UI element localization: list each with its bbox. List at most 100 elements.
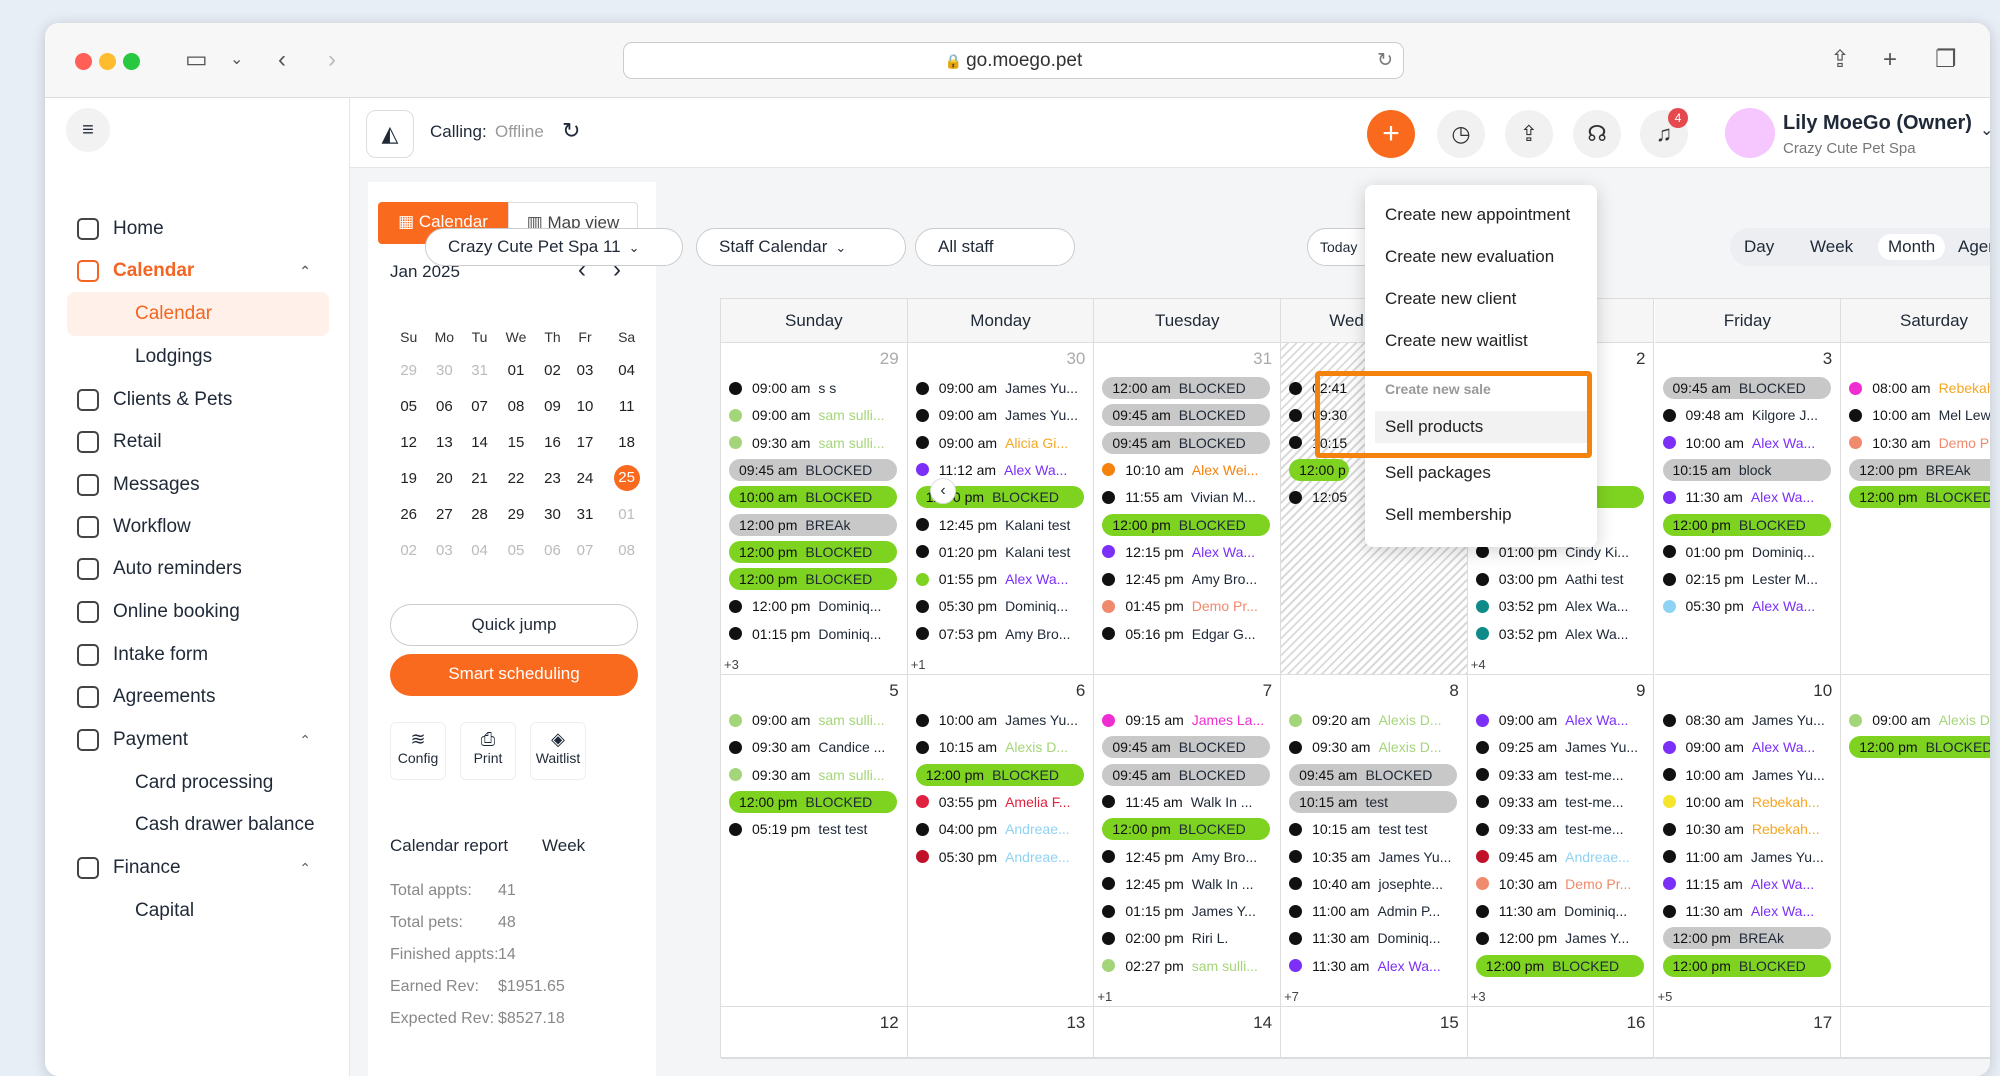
appointment-event[interactable]: 10:00 am James Yu... bbox=[1662, 764, 1831, 786]
view-week[interactable]: Week bbox=[1810, 237, 1853, 257]
appointment-event[interactable]: 01:15 pm Dominiq... bbox=[729, 623, 897, 645]
appointment-event[interactable]: 09:33 am test-me... bbox=[1475, 818, 1644, 840]
sidebar-item-2[interactable]: Calendar bbox=[67, 292, 329, 336]
appointment-event[interactable]: 10:35 am James Yu... bbox=[1289, 846, 1457, 868]
sidebar-item-16[interactable]: Capital bbox=[67, 889, 329, 933]
sidebar-item-3[interactable]: Lodgings bbox=[67, 335, 329, 379]
day-cell[interactable]: 13 bbox=[907, 1007, 1095, 1059]
mini-cal-day[interactable]: 05 bbox=[496, 532, 536, 568]
mini-cal-day[interactable]: 22 bbox=[496, 460, 536, 496]
appointment-event[interactable]: 05:16 pm Edgar G... bbox=[1102, 623, 1270, 645]
day-cell[interactable]: 10 08:30 am James Yu... 09:00 am Alex Wa... 1… bbox=[1654, 675, 1842, 1007]
appointment-event[interactable]: 12:05 bbox=[1289, 486, 1349, 508]
appointment-event[interactable]: 11:00 am James Yu... bbox=[1662, 846, 1831, 868]
view-agenda[interactable]: Agenda bbox=[1958, 237, 1990, 257]
appointment-event[interactable]: 09:33 am test-me... bbox=[1475, 764, 1644, 786]
mini-cal-day[interactable]: 06 bbox=[425, 388, 463, 424]
mini-cal-day[interactable]: 18 bbox=[601, 424, 652, 460]
quick-jump-button[interactable]: Quick jump bbox=[390, 604, 638, 646]
mini-cal-day[interactable]: 31 bbox=[569, 496, 602, 532]
appointment-event[interactable]: 10:00 am Alex Wa... bbox=[1662, 432, 1831, 454]
appointment-event[interactable]: 07:53 pm Amy Bro... bbox=[915, 623, 1084, 645]
mini-cal-day[interactable]: 30 bbox=[536, 496, 569, 532]
appointment-event[interactable]: 05:30 pm Dominiq... bbox=[915, 595, 1084, 617]
sidebar-item-5[interactable]: Retail bbox=[67, 420, 329, 464]
appointment-event[interactable]: 05:30 pm Alex Wa... bbox=[1662, 595, 1831, 617]
appointment-event[interactable]: 10:15 am test bbox=[1289, 790, 1458, 813]
chevron-up-icon[interactable]: ⌃ bbox=[299, 263, 311, 280]
menu-item-sell[interactable]: Sell membership bbox=[1385, 505, 1512, 525]
menu-item-sell[interactable]: Sell packages bbox=[1385, 463, 1491, 483]
appointment-event[interactable]: 11:45 am Walk In ... bbox=[1102, 791, 1270, 813]
appointment-event[interactable]: 10:15 am test test bbox=[1289, 818, 1457, 840]
appointment-event[interactable]: 12:45 pm Amy Bro... bbox=[1102, 568, 1270, 590]
sidebar-item-14[interactable]: Cash drawer balance bbox=[67, 803, 329, 847]
appointment-event[interactable]: 12:00 pm BREAk bbox=[729, 513, 897, 536]
appointment-event[interactable]: 05:19 pm test test bbox=[729, 818, 897, 840]
appointment-event[interactable]: 12:00 pm BLOCKED bbox=[1102, 513, 1271, 536]
mini-cal-day[interactable]: 27 bbox=[425, 496, 463, 532]
report-period[interactable]: Week bbox=[542, 836, 585, 856]
mini-cal-day[interactable]: 28 bbox=[463, 496, 496, 532]
appointment-event[interactable]: 09:45 am BLOCKED bbox=[729, 458, 897, 481]
more-link[interactable]: +1 bbox=[1097, 989, 1112, 1004]
mini-cal-day[interactable]: 21 bbox=[463, 460, 496, 496]
sidebar-item-1[interactable]: Calendar ⌃ bbox=[67, 249, 329, 293]
mini-cal-day[interactable]: 31 bbox=[463, 352, 496, 388]
collapse-panel-icon[interactable]: ‹ bbox=[930, 478, 956, 504]
appointment-event[interactable]: 12:45 pm Amy Bro... bbox=[1102, 846, 1270, 868]
appointment-event[interactable]: 12:00 pm BLOCKED bbox=[1475, 954, 1644, 977]
sidebar-item-11[interactable]: Agreements bbox=[67, 675, 329, 719]
mini-cal-day[interactable]: 01 bbox=[496, 352, 536, 388]
appointment-event[interactable]: 09:30 am Candice ... bbox=[729, 736, 897, 758]
mini-cal-day[interactable]: 02 bbox=[392, 532, 425, 568]
chevron-down-icon[interactable]: ⌄ bbox=[1980, 120, 1990, 140]
appointment-event[interactable]: 09:45 am BLOCKED bbox=[1662, 377, 1831, 399]
mini-cal-day[interactable]: 11 bbox=[601, 388, 652, 424]
more-link[interactable]: +5 bbox=[1658, 989, 1673, 1004]
more-link[interactable]: +1 bbox=[911, 657, 926, 672]
appointment-event[interactable]: 10:00 am BLOCKED bbox=[729, 486, 897, 509]
tabs-icon[interactable]: ❐ bbox=[1935, 41, 1957, 79]
appointment-event[interactable]: 03:55 pm Amelia F... bbox=[915, 791, 1084, 813]
day-cell[interactable]: 16 bbox=[1467, 1007, 1655, 1059]
appointment-event[interactable]: 09:00 am James Yu... bbox=[915, 377, 1084, 399]
appointment-event[interactable]: 12:00 pm BLOCKED bbox=[729, 790, 897, 813]
appointment-event[interactable]: 09:33 am test-me... bbox=[1475, 791, 1644, 813]
appointment-event[interactable]: 03:52 pm Alex Wa... bbox=[1475, 623, 1644, 645]
appointment-event[interactable]: 04:00 pm Andreae... bbox=[915, 818, 1084, 840]
day-cell[interactable]: 7 09:15 am James La... 09:45 am BLOCKED 09:45… bbox=[1094, 675, 1282, 1007]
sidebar-item-7[interactable]: Workflow bbox=[67, 505, 329, 549]
appointment-event[interactable]: 12:00 pm BLOCKED bbox=[729, 568, 897, 591]
menu-icon[interactable]: ≡ bbox=[66, 108, 110, 152]
appointment-event[interactable]: 12:00 pm Dominiq... bbox=[729, 595, 897, 617]
smart-scheduling-button[interactable]: Smart scheduling bbox=[390, 654, 638, 696]
appointment-event[interactable]: 12:00 pm BLOCKED bbox=[1662, 954, 1831, 977]
mini-cal-day[interactable]: 09 bbox=[536, 388, 569, 424]
minimize-dot[interactable] bbox=[99, 53, 116, 70]
more-link[interactable]: +3 bbox=[724, 657, 739, 672]
more-link[interactable]: +3 bbox=[1471, 989, 1486, 1004]
appointment-event[interactable]: 10:00 am James Yu... bbox=[915, 709, 1084, 731]
appointment-event[interactable]: 09:20 am Alexis D... bbox=[1289, 709, 1457, 731]
day-cell[interactable]: 15 bbox=[1281, 1007, 1468, 1059]
mini-cal-day[interactable]: 29 bbox=[392, 352, 425, 388]
appointment-event[interactable]: 09:45 am Andreae... bbox=[1475, 846, 1644, 868]
share-icon[interactable]: ⇪ bbox=[1830, 41, 1850, 79]
menu-item-create[interactable]: Create new client bbox=[1385, 289, 1516, 309]
location-select[interactable]: Crazy Cute Pet Spa 11 ⌄ bbox=[425, 228, 683, 266]
day-cell[interactable]: 17 bbox=[1654, 1007, 1842, 1059]
appointment-event[interactable]: 09:00 am Alicia Gi... bbox=[915, 432, 1084, 454]
mini-cal-day[interactable]: 03 bbox=[425, 532, 463, 568]
appointment-event[interactable]: 01:55 pm Alex Wa... bbox=[915, 568, 1084, 590]
appointment-event[interactable]: 12:45 pm Kalani test bbox=[915, 514, 1084, 536]
appointment-event[interactable]: 11:55 am Vivian M... bbox=[1102, 486, 1270, 508]
appointment-event[interactable]: 09:30 am sam sulli... bbox=[729, 432, 897, 454]
appointment-event[interactable]: 09:00 am sam sulli... bbox=[729, 709, 897, 731]
appointment-event[interactable]: 12:00 pm BREAk bbox=[1849, 458, 1990, 481]
appointment-event[interactable]: 12:45 pm Walk In ... bbox=[1102, 873, 1270, 895]
appointment-event[interactable]: 10:30 am Demo Pr... bbox=[1475, 873, 1644, 895]
appointment-event[interactable]: 12:00 pm BLOCKED bbox=[915, 763, 1084, 786]
appointment-event[interactable]: 12:00 pm BLOCKED bbox=[1102, 818, 1271, 841]
mini-cal-day[interactable]: 05 bbox=[392, 388, 425, 424]
